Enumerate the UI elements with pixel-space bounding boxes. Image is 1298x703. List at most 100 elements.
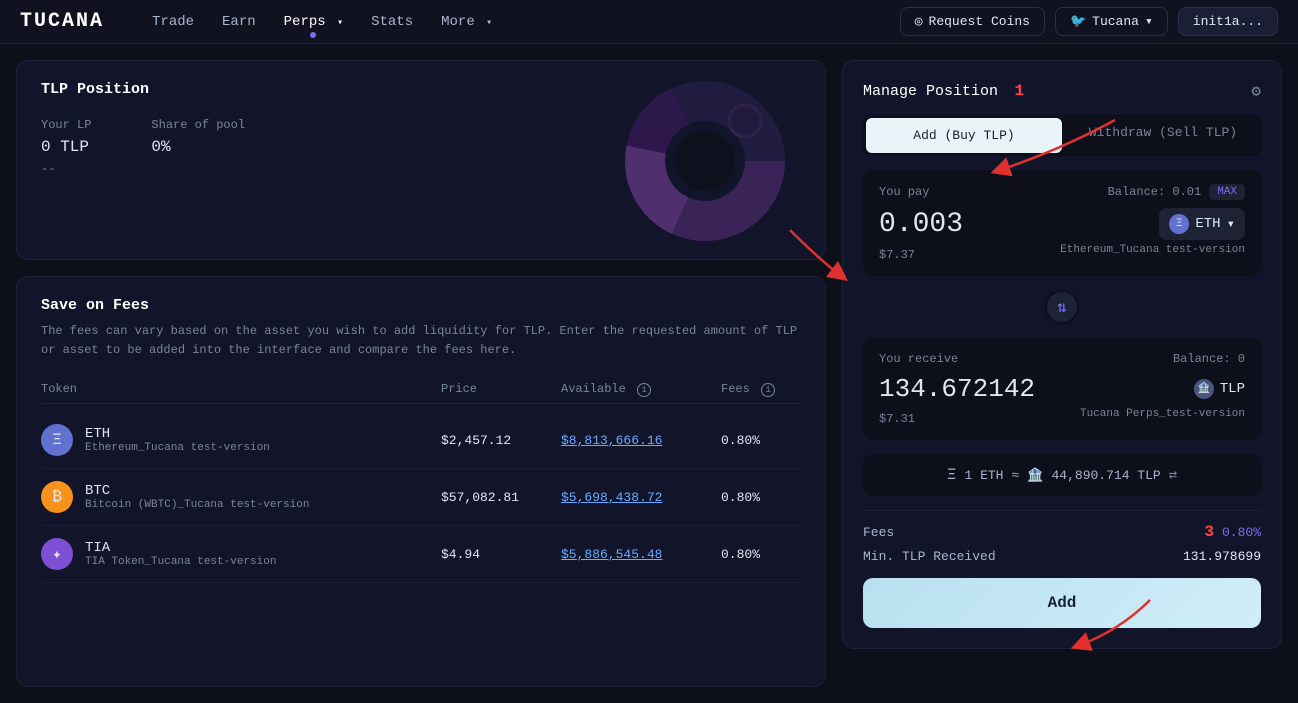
col-available: Available i [561,382,721,397]
step1-badge: 1 [1014,82,1024,100]
btc-available[interactable]: $5,698,438.72 [561,490,721,505]
right-panel: Manage Position 1 ⚙ Add (Buy TLP) Withdr… [842,60,1282,687]
eth-selector-icon: Ξ [1169,214,1189,234]
receive-row: 134.672142 🏦 TLP [879,374,1245,404]
rate-swap-icon[interactable]: ⇄ [1169,467,1177,484]
your-lp-value: 0 TLP [41,138,91,156]
left-panel: TLP Position Your LP 0 TLP -- Share of p… [16,60,826,687]
available-info-icon[interactable]: i [637,383,651,397]
receive-balance: Balance: 0 [1173,352,1245,366]
btc-icon: ₿ [41,481,73,513]
more-arrow-icon: ▾ [486,18,492,29]
tlp-icon: 🏦 [1194,379,1214,399]
token-table: Token Price Available i Fees i Ξ [41,376,801,583]
pay-usd: $7.37 [879,248,915,262]
logo: TUCANA [20,10,104,33]
tia-name: TIA Token_Tucana test-version [85,556,276,568]
pie-chart-decor [625,81,785,241]
nav-more[interactable]: More ▾ [441,10,492,34]
manage-card: Manage Position 1 ⚙ Add (Buy TLP) Withdr… [842,60,1282,649]
tucana-button[interactable]: 🐦 Tucana ▾ [1055,7,1168,36]
rate-row: Ξ 1 ETH ≈ 🏦 44,890.714 TLP ⇄ [863,454,1261,496]
table-row: ₿ BTC Bitcoin (WBTC)_Tucana test-version… [41,469,801,526]
btc-price: $57,082.81 [441,490,561,505]
main-content: TLP Position Your LP 0 TLP -- Share of p… [0,44,1298,703]
eth-symbol: ETH [85,426,270,442]
nav-stats[interactable]: Stats [371,10,413,34]
min-tlp-value: 131.978699 [1183,549,1261,564]
eth-available[interactable]: $8,813,666.16 [561,433,721,448]
you-receive-box: You receive Balance: 0 134.672142 🏦 TLP … [863,338,1261,440]
pay-token-arrow: ▾ [1227,216,1235,233]
min-tlp-label: Min. TLP Received [863,549,996,564]
step3-badge: 3 [1204,523,1214,541]
receive-token-label: TLP [1220,381,1245,397]
your-lp-col: Your LP 0 TLP -- [41,118,91,176]
share-pool-label: Share of pool [151,118,245,132]
table-row: ✦ TIA TIA Token_Tucana test-version $4.9… [41,526,801,583]
tia-token-names: TIA TIA Token_Tucana test-version [85,540,276,568]
balance-label: Balance: 0.01 [1108,185,1202,199]
balance-info: Balance: 0.01 MAX [1108,184,1245,200]
pay-box-header: You pay Balance: 0.01 MAX [879,184,1245,200]
tia-available[interactable]: $5,886,545.48 [561,547,721,562]
tlp-selector: 🏦 TLP [1194,379,1245,399]
tab-withdraw[interactable]: Withdraw (Sell TLP) [1065,115,1261,156]
manage-tabs: Add (Buy TLP) Withdraw (Sell TLP) [863,115,1261,156]
rate-text1: 1 ETH [964,468,1003,483]
fees-section-label: Fees [863,525,894,540]
eth-icon: Ξ [41,424,73,456]
perps-arrow-icon: ▾ [337,18,343,29]
btc-symbol: BTC [85,483,309,499]
share-pool-col: Share of pool 0% [151,118,245,176]
eth-fees: 0.80% [721,433,801,448]
eth-price: $2,457.12 [441,433,561,448]
tia-icon: ✦ [41,538,73,570]
save-fees-description: The fees can vary based on the asset you… [41,322,801,360]
pay-amount-input[interactable] [879,209,1019,240]
tab-add[interactable]: Add (Buy TLP) [866,118,1062,153]
manage-title-group: Manage Position 1 [863,82,1024,100]
min-tlp-row: Min. TLP Received 131.978699 [863,549,1261,564]
nav-earn[interactable]: Earn [222,10,256,34]
pay-row: Ξ ETH ▾ [879,208,1245,240]
eth-name: Ethereum_Tucana test-version [85,442,270,454]
receive-header: You receive Balance: 0 [879,352,1245,366]
swap-button[interactable]: ⇅ [1045,290,1079,324]
request-coins-button[interactable]: ◎ Request Coins [900,7,1045,36]
manage-title: Manage Position [863,83,998,100]
tia-token-info: ✦ TIA TIA Token_Tucana test-version [41,538,441,570]
share-pool-value: 0% [151,138,245,156]
receive-amount: 134.672142 [879,374,1035,404]
fees-section: Fees 3 0.80% Min. TLP Received 131.97869… [863,510,1261,564]
your-lp-label: Your LP [41,118,91,132]
fees-info-icon[interactable]: i [761,383,775,397]
rate-approx: ≈ [1011,468,1019,483]
settings-icon[interactable]: ⚙ [1251,81,1261,101]
pay-network: Ethereum_Tucana test-version [1060,244,1245,262]
request-icon: ◎ [915,14,923,29]
col-price: Price [441,382,561,397]
receive-network: Tucana Perps_test-version [1080,408,1245,426]
save-fees-title: Save on Fees [41,297,801,314]
you-receive-label: You receive [879,352,958,366]
table-row: Ξ ETH Ethereum_Tucana test-version $2,45… [41,412,801,469]
nav-trade[interactable]: Trade [152,10,194,34]
btc-name: Bitcoin (WBTC)_Tucana test-version [85,499,309,511]
navbar: TUCANA Trade Earn Perps ▾ Stats More ▾ ◎… [0,0,1298,44]
tucana-icon: 🐦 [1070,14,1086,29]
eth-token-names: ETH Ethereum_Tucana test-version [85,426,270,454]
col-token: Token [41,382,441,397]
add-button[interactable]: Add [863,578,1261,628]
fees-section-value: 0.80% [1222,525,1261,540]
max-button[interactable]: MAX [1209,184,1245,200]
btc-fees: 0.80% [721,490,801,505]
nav-perps[interactable]: Perps ▾ [284,10,343,34]
eth-token-selector[interactable]: Ξ ETH ▾ [1159,208,1245,240]
eth-token-info: Ξ ETH Ethereum_Tucana test-version [41,424,441,456]
fees-row: Fees 3 0.80% [863,523,1261,541]
tia-price: $4.94 [441,547,561,562]
wallet-button[interactable]: init1a... [1178,7,1278,36]
col-fees: Fees i [721,382,801,397]
nav-links: Trade Earn Perps ▾ Stats More ▾ [152,10,868,34]
